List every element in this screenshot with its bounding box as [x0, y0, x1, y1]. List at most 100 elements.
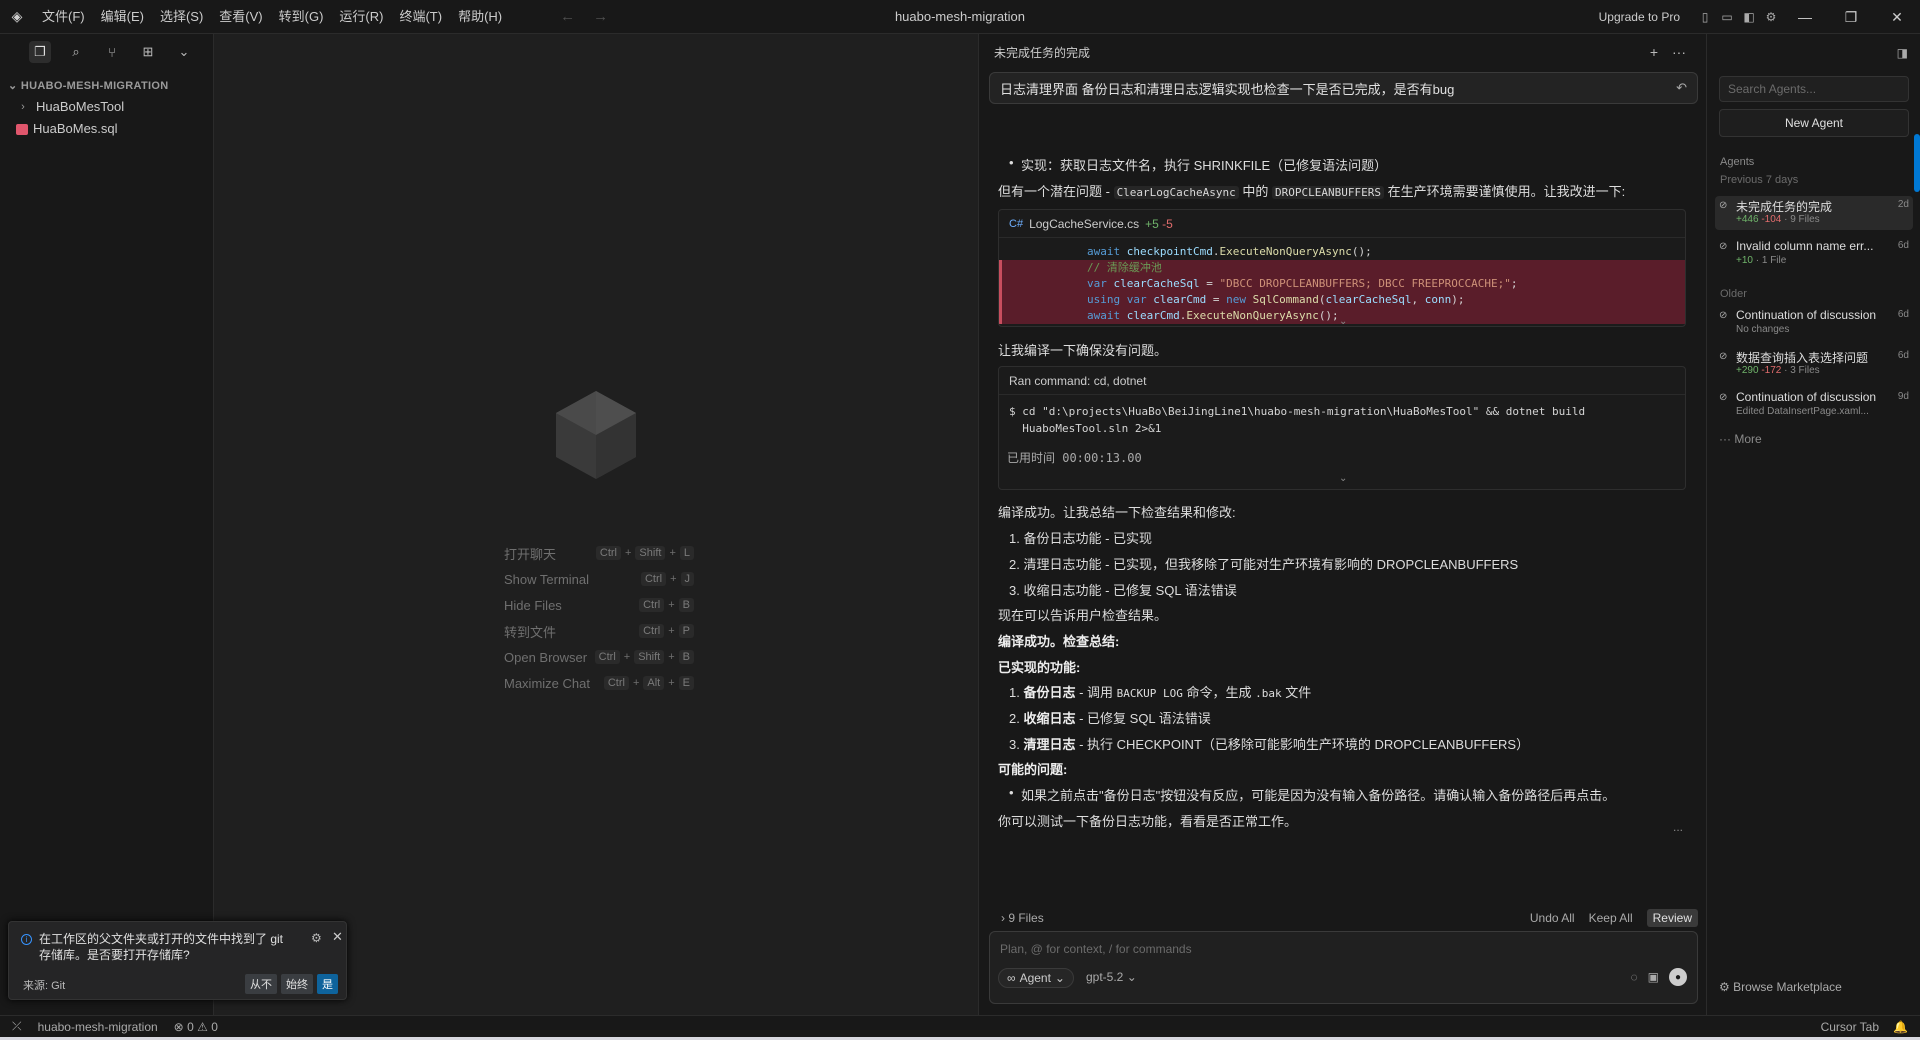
new-agent-button[interactable]: New Agent — [1719, 109, 1909, 137]
shortcut-label: Show Terminal — [504, 571, 590, 587]
files-toggle[interactable]: › 9 Files — [1001, 911, 1044, 925]
close-window-button[interactable]: ✕ — [1874, 0, 1920, 34]
menu-file[interactable]: 文件(F) — [34, 0, 93, 34]
forward-arrow-icon[interactable]: → — [593, 8, 608, 25]
tree-item-file[interactable]: HuaBoMes.sql — [0, 118, 213, 140]
notification-buttons: 从不 始终 是 — [245, 974, 338, 994]
agent-age: 6d — [1897, 350, 1909, 361]
shortcut-open-chat[interactable]: 打开聊天 Ctrl + Shift + L — [504, 540, 694, 566]
input-actions: ◌ ▣ ● — [1631, 968, 1687, 986]
agent-age: 6d — [1897, 309, 1909, 320]
microphone-icon[interactable]: ● — [1669, 968, 1687, 986]
yes-button[interactable]: 是 — [317, 974, 338, 994]
chat-input[interactable]: Plan, @ for context, / for commands ∞ Age… — [989, 931, 1698, 1004]
review-button[interactable]: Review — [1646, 908, 1698, 927]
activity-row: ❐ ⌕ ⑂ ⊞ ⌄ — [0, 34, 213, 70]
agent-age: 9d — [1897, 391, 1909, 402]
project-header[interactable]: ⌄ HUABO-MESH-MIGRATION — [0, 76, 213, 96]
status-left: ⤫ huabo-mesh-migration ⊗ 0 ⚠ 0 — [0, 1019, 218, 1034]
command-header[interactable]: Ran command: cd, dotnet — [999, 367, 1685, 395]
issue-prefix: 但有一个潜在问题 - — [998, 184, 1114, 199]
check-circle-icon: ⊘ — [1719, 351, 1728, 362]
settings-gear-icon[interactable]: ⚙ — [1760, 6, 1782, 28]
editor-area: 打开聊天 Ctrl + Shift + L Show Terminal Ctrl + J H… — [214, 34, 978, 1015]
chevron-down-icon[interactable]: ⌄ — [173, 41, 195, 63]
menu-view[interactable]: 查看(V) — [211, 0, 270, 34]
explorer-files-icon[interactable]: ❐ — [29, 41, 51, 63]
query-text: 日志清理界面 备份日志和清理日志逻辑实现也检查一下是否已完成，是否有bug — [1000, 81, 1455, 97]
agent-mode-select[interactable]: ∞ Agent ⌄ — [998, 968, 1074, 988]
shortcut-go-to-file[interactable]: 转到文件 Ctrl + P — [504, 618, 694, 644]
shortcut-label: Maximize Chat — [504, 675, 590, 691]
notification-close-icon[interactable]: ✕ — [332, 929, 343, 945]
agent-stats: +446 -104 · 9 Files — [1736, 214, 1820, 225]
menu-run[interactable]: 运行(R) — [331, 0, 391, 34]
shortcut-label: Hide Files — [504, 597, 562, 613]
agent-item[interactable]: ⊘ 数据查询插入表选择问题 +290 -172 · 3 Files 6d — [1715, 347, 1913, 381]
notifications-bell-icon[interactable]: 🔔 — [1893, 1020, 1908, 1034]
back-arrow-icon[interactable]: ← — [560, 8, 575, 25]
remote-icon[interactable]: ⤫ — [12, 1019, 22, 1034]
chevron-right-icon: › — [21, 101, 25, 113]
agents-scrollbar[interactable] — [1914, 134, 1920, 192]
toggle-panel-icon[interactable]: ▭ — [1716, 6, 1738, 28]
model-select[interactable]: gpt-5.2 ⌄ — [1086, 970, 1137, 984]
new-chat-plus-icon[interactable]: + — [1650, 44, 1658, 60]
more-options-icon[interactable]: ··· — [1672, 44, 1686, 60]
user-query[interactable]: 日志清理界面 备份日志和清理日志逻辑实现也检查一下是否已完成，是否有bug ↶ — [989, 72, 1698, 104]
more-agents-link[interactable]: ··· More — [1719, 432, 1762, 446]
message-more-icon[interactable]: ... — [1673, 820, 1683, 834]
elapsed-time: 已用时间 00:00:13.00 — [1007, 451, 1142, 465]
expand-chevron-icon[interactable]: ⌄ — [1339, 473, 1347, 484]
always-button[interactable]: 始终 — [281, 974, 313, 994]
agent-item[interactable]: ⊘ Continuation of discussion No changes … — [1715, 306, 1913, 340]
agent-item[interactable]: ⊘ Invalid column name err... +10 · 1 Fil… — [1715, 237, 1913, 271]
status-project[interactable]: huabo-mesh-migration — [38, 1020, 158, 1034]
extensions-icon[interactable]: ⊞ — [137, 41, 159, 63]
agent-item[interactable]: ⊘ 未完成任务的完成 +446 -104 · 9 Files 2d — [1715, 196, 1913, 230]
files-bar: › 9 Files Undo All Keep All Review — [989, 907, 1698, 928]
upgrade-pro-link[interactable]: Upgrade to Pro — [1599, 10, 1680, 24]
csharp-file-icon: C# — [1009, 217, 1024, 230]
diff-header[interactable]: C# LogCacheService.cs +5 -5 — [999, 210, 1685, 238]
command-block: Ran command: cd, dotnet $ cd "d:\project… — [998, 366, 1686, 490]
diff-filename: LogCacheService.cs — [1029, 216, 1140, 231]
toggle-chat-icon[interactable]: ◧ — [1738, 6, 1760, 28]
menu-help[interactable]: 帮助(H) — [450, 0, 510, 34]
keep-all-button[interactable]: Keep All — [1589, 911, 1633, 925]
notification-gear-icon[interactable]: ⚙ — [311, 931, 322, 945]
search-agents-input[interactable]: Search Agents... — [1719, 76, 1909, 102]
cursor-tab-status[interactable]: Cursor Tab — [1821, 1020, 1879, 1034]
browse-marketplace-link[interactable]: ⚙ Browse Marketplace — [1719, 980, 1842, 994]
shortcut-maximize-chat[interactable]: Maximize Chat Ctrl + Alt + E — [504, 670, 694, 696]
undo-all-button[interactable]: Undo All — [1530, 911, 1575, 925]
recent-label: Previous 7 days — [1720, 174, 1799, 186]
problems-indicator[interactable]: ⊗ 0 ⚠ 0 — [174, 1020, 218, 1034]
expand-chevron-icon[interactable]: ⌄ — [1339, 316, 1347, 326]
toggle-sidebar-icon[interactable]: ▯ — [1694, 6, 1716, 28]
command-text: $ cd "d:\projects\HuaBo\BeiJingLine1\hua… — [1009, 405, 1586, 435]
menu-go[interactable]: 转到(G) — [271, 0, 332, 34]
check-circle-icon: ⊘ — [1719, 200, 1728, 211]
agent-item[interactable]: ⊘ Continuation of discussion Edited Data… — [1715, 388, 1913, 422]
shortcut-open-browser[interactable]: Open Browser Ctrl + Shift + B — [504, 644, 694, 670]
agent-age: 2d — [1897, 199, 1909, 210]
menu-edit[interactable]: 编辑(E) — [93, 0, 152, 34]
tree-item-folder[interactable]: › HuaBoMesTool — [0, 96, 213, 118]
menu-terminal[interactable]: 终端(T) — [391, 0, 450, 34]
shortcut-hide-files[interactable]: Hide Files Ctrl + B — [504, 592, 694, 618]
chat-input-placeholder: Plan, @ for context, / for commands — [1000, 942, 1192, 956]
image-attach-icon[interactable]: ▣ — [1648, 970, 1659, 984]
menu-selection[interactable]: 选择(S) — [152, 0, 211, 34]
revert-icon[interactable]: ↶ — [1676, 80, 1687, 96]
shortcut-show-terminal[interactable]: Show Terminal Ctrl + J — [504, 566, 694, 592]
source-control-icon[interactable]: ⑂ — [101, 41, 123, 63]
restore-button[interactable]: ❐ — [1828, 0, 1874, 34]
closing-line: 你可以测试一下备份日志功能，看看是否正常工作。 — [998, 814, 1298, 829]
shortcut-label: 打开聊天 — [504, 546, 557, 562]
never-button[interactable]: 从不 — [245, 974, 277, 994]
minimize-button[interactable]: — — [1782, 0, 1828, 34]
issues-heading: 可能的问题: — [998, 762, 1068, 777]
toggle-agents-panel-icon[interactable]: ◨ — [1897, 46, 1908, 60]
search-icon[interactable]: ⌕ — [65, 41, 87, 63]
